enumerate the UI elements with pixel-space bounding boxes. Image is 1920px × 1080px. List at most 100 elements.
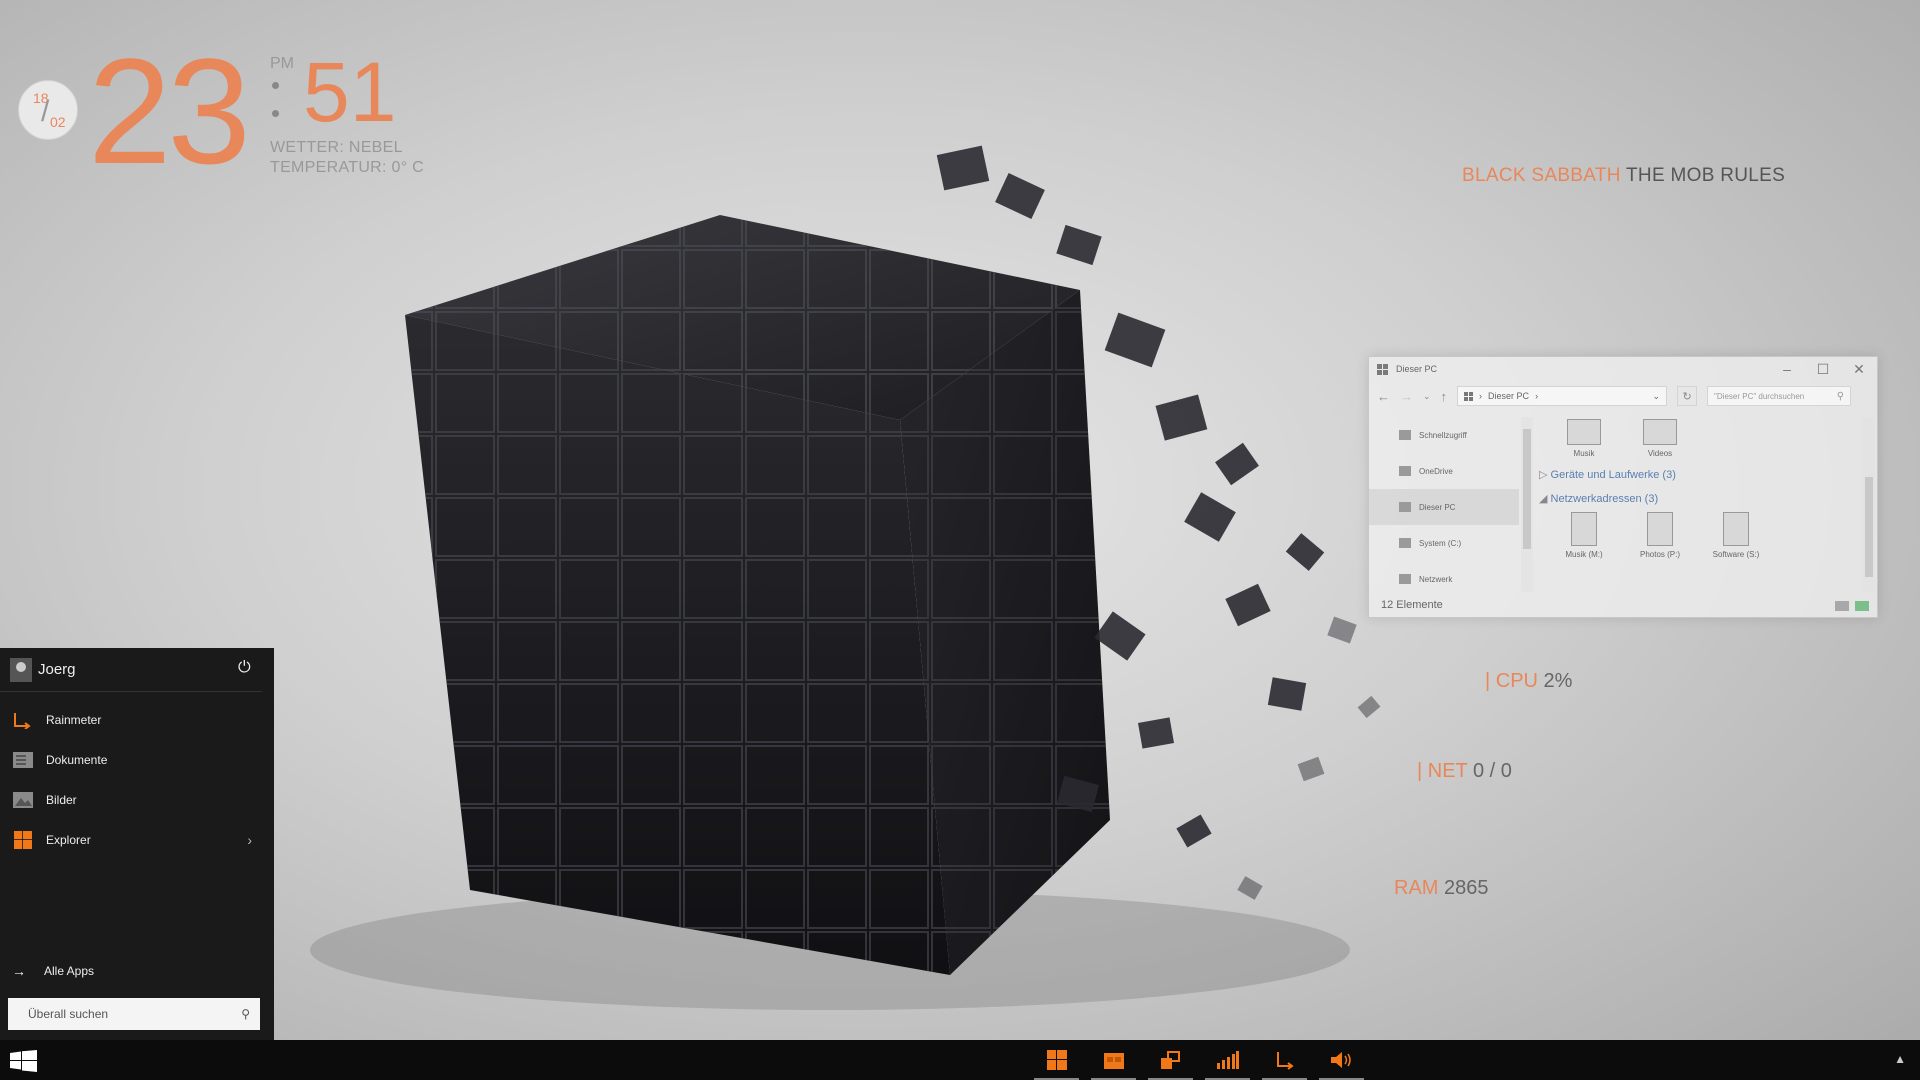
explorer-status: 12 Elemente <box>1381 599 1443 611</box>
explorer-sidebar: Schnellzugriff OneDrive Dieser PC System… <box>1369 417 1519 592</box>
start-search-placeholder: Überall suchen <box>28 1007 109 1021</box>
close-button[interactable]: ✕ <box>1841 357 1877 381</box>
sidebar-scrollbar[interactable] <box>1521 417 1533 592</box>
sidebar-item-onedrive[interactable]: OneDrive <box>1369 453 1519 489</box>
rainmeter-icon <box>1276 1052 1294 1070</box>
search-icon: ⚲ <box>241 1007 250 1021</box>
group-network-locations[interactable]: ◢ Netzwerkadressen (3) <box>1539 492 1658 505</box>
ram-value: 2865 <box>1444 877 1489 899</box>
taskbar-app-volume[interactable] <box>1313 1040 1370 1080</box>
now-playing-track: THE MOB RULES <box>1626 165 1786 186</box>
network-drive-photos[interactable]: Photos (P:) <box>1635 512 1685 559</box>
back-arrow-icon[interactable]: ← <box>1377 389 1390 404</box>
net-value: 0 / 0 <box>1472 760 1512 782</box>
taskbar-app-stats[interactable] <box>1199 1040 1256 1080</box>
refresh-button[interactable]: ↻ <box>1677 386 1698 406</box>
start-item-rainmeter[interactable]: Rainmeter <box>0 700 274 740</box>
user-account[interactable]: Joerg <box>0 648 262 692</box>
windows-start-button[interactable] <box>10 1050 38 1072</box>
home-icon <box>1399 430 1411 440</box>
taskbar-app-explorer[interactable] <box>1085 1040 1142 1080</box>
minimize-button[interactable]: – <box>1769 357 1805 381</box>
ram-label: RAM <box>1394 877 1439 899</box>
sidebar-item-network[interactable]: Netzwerk <box>1369 561 1519 597</box>
network-drive-icon <box>1647 512 1673 546</box>
all-apps-button[interactable]: → Alle Apps <box>12 963 94 979</box>
network-drive-software[interactable]: Software (S:) <box>1711 512 1761 559</box>
drive-icon <box>1399 538 1411 548</box>
address-bar[interactable]: › Dieser PC › ⌄ <box>1457 386 1668 406</box>
explorer-content: Musik Videos ▷ Geräte und Laufwerke (3) … <box>1539 417 1861 592</box>
weather-condition: WETTER: NEBEL <box>270 139 403 156</box>
start-item-explorer[interactable]: Explorer › <box>0 820 274 860</box>
explorer-search-placeholder: "Dieser PC" durchsuchen <box>1714 391 1805 401</box>
net-label: | NET <box>1417 760 1468 782</box>
now-playing-artist: BLACK SABBATH <box>1462 165 1621 186</box>
tray-chevron-icon[interactable]: ▲ <box>1894 1052 1906 1066</box>
collapse-chevron-icon: ◢ <box>1539 493 1548 505</box>
user-avatar-icon <box>10 657 32 682</box>
tiles-icon <box>1046 1050 1067 1070</box>
up-arrow-icon[interactable]: ↑ <box>1441 389 1448 404</box>
address-dropdown-icon[interactable]: ⌄ <box>1653 391 1661 402</box>
taskbar: ▲ <box>0 1040 1920 1080</box>
date-widget: 18 / 02 <box>18 80 78 140</box>
explorer-icon <box>14 831 32 849</box>
explorer-navbar: ← → ⌄ ↑ › Dieser PC › ⌄ ↻ "Dieser PC" du… <box>1369 381 1877 411</box>
breadcrumb-separator-icon: › <box>1535 391 1539 401</box>
chevron-right-icon[interactable]: › <box>247 832 252 848</box>
folder-music[interactable]: Musik <box>1559 419 1609 458</box>
large-icons-view-icon[interactable] <box>1855 601 1869 611</box>
taskbar-app-start-tiles[interactable] <box>1028 1040 1085 1080</box>
sidebar-item-system-c[interactable]: System (C:) <box>1369 525 1519 561</box>
ram-meter: RAM 2865 <box>1394 877 1489 900</box>
weather-temperature: TEMPERATUR: 0° C <box>270 159 425 176</box>
cpu-label: | CPU <box>1485 670 1538 692</box>
explorer-title: Dieser PC <box>1396 364 1438 374</box>
breadcrumb-separator-icon: › <box>1479 391 1483 401</box>
refresh-icon: ↻ <box>1682 390 1692 403</box>
view-toggle <box>1835 601 1869 611</box>
taskbar-apps <box>1028 1040 1370 1080</box>
start-item-pictures[interactable]: Bilder <box>0 780 274 820</box>
clock-minute: 51 <box>303 45 397 139</box>
maximize-button[interactable]: ☐ <box>1805 357 1841 381</box>
windows-stack-icon <box>1160 1051 1180 1069</box>
folder-icon <box>1103 1053 1124 1069</box>
expand-chevron-icon: ▷ <box>1539 469 1548 481</box>
taskbar-app-rainmeter[interactable] <box>1256 1040 1313 1080</box>
sidebar-item-quick-access[interactable]: Schnellzugriff <box>1369 417 1519 453</box>
recent-chevron-icon[interactable]: ⌄ <box>1423 391 1431 402</box>
details-view-icon[interactable] <box>1835 601 1849 611</box>
explorer-window[interactable]: Dieser PC – ☐ ✕ ← → ⌄ ↑ › Dieser PC › ⌄ … <box>1368 356 1878 618</box>
folder-videos[interactable]: Videos <box>1635 419 1685 458</box>
search-icon: ⚲ <box>1836 390 1845 402</box>
explorer-titlebar[interactable]: Dieser PC – ☐ ✕ <box>1369 357 1877 381</box>
group-devices[interactable]: ▷ Geräte und Laufwerke (3) <box>1539 468 1676 481</box>
net-meter: | NET 0 / 0 <box>1417 760 1512 783</box>
network-drive-music[interactable]: Musik (M:) <box>1559 512 1609 559</box>
start-item-documents[interactable]: Dokumente <box>0 740 274 780</box>
power-icon[interactable]: ⏻ <box>238 660 254 676</box>
documents-icon <box>13 752 33 768</box>
explorer-search-input[interactable]: "Dieser PC" durchsuchen ⚲ <box>1707 386 1852 406</box>
user-name: Joerg <box>38 661 76 678</box>
this-pc-small-icon <box>1464 391 1474 401</box>
taskbar-app-windows[interactable] <box>1142 1040 1199 1080</box>
content-scrollbar[interactable] <box>1863 417 1875 592</box>
bar-chart-icon <box>1216 1051 1239 1069</box>
start-menu: Joerg ⏻ Rainmeter Dokumente Bilder Explo… <box>0 648 274 1040</box>
start-search-input[interactable]: Überall suchen ⚲ <box>8 998 260 1030</box>
cloud-icon <box>1399 466 1411 476</box>
cpu-meter: | CPU 2% <box>1485 670 1572 693</box>
date-separator: / <box>41 95 50 128</box>
address-text[interactable]: Dieser PC <box>1488 391 1529 401</box>
cpu-value: 2% <box>1543 670 1573 692</box>
weather-widget: WETTER: NEBEL TEMPERATUR: 0° C <box>270 138 424 178</box>
sidebar-item-this-pc[interactable]: Dieser PC <box>1369 489 1519 525</box>
date-month: 02 <box>50 114 66 130</box>
now-playing-widget: BLACK SABBATH THE MOB RULES <box>1462 165 1785 187</box>
pictures-icon <box>13 792 33 808</box>
computer-icon <box>1399 502 1411 512</box>
forward-arrow-icon[interactable]: → <box>1400 389 1413 404</box>
